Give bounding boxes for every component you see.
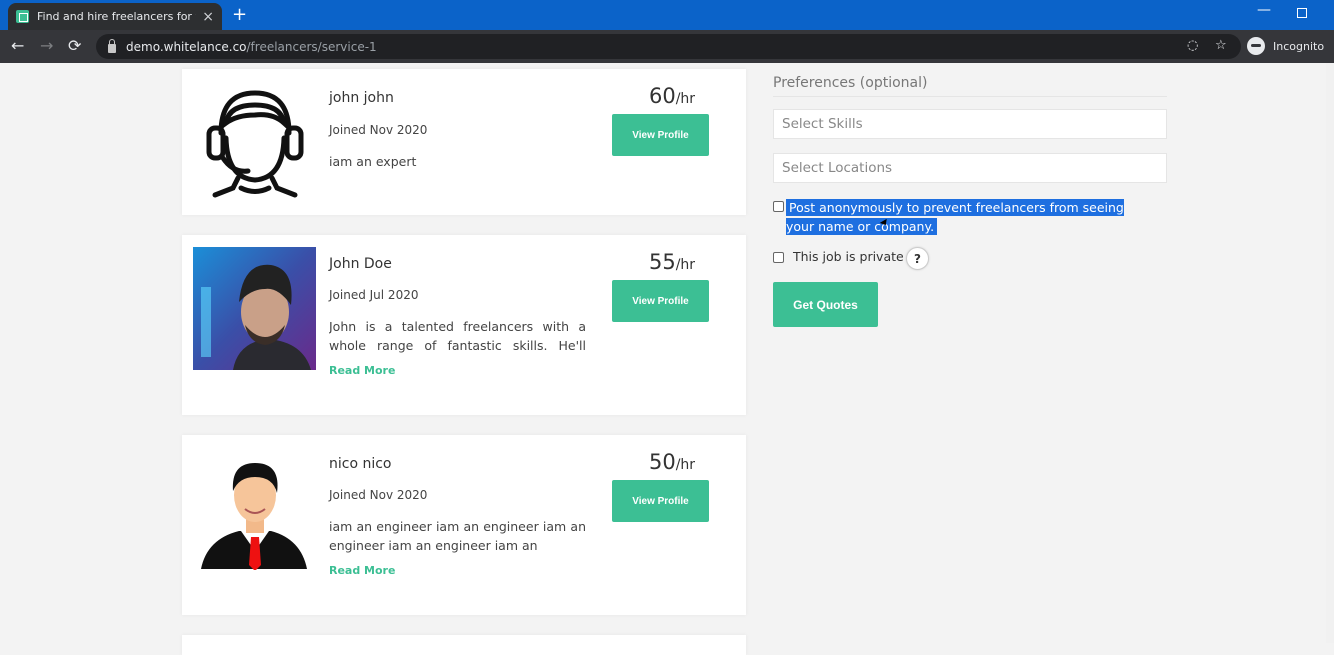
star-icon[interactable]: ☆ — [1215, 38, 1227, 53]
incognito-indicator[interactable]: Incognito — [1247, 35, 1324, 57]
post-anonymously-checkbox[interactable] — [773, 201, 784, 212]
select-skills-input[interactable] — [773, 109, 1167, 139]
incognito-icon — [1247, 37, 1265, 55]
minimize-icon[interactable]: — — [1257, 2, 1271, 18]
close-tab-icon[interactable]: × — [202, 9, 214, 25]
page-scrollbar[interactable] — [1326, 63, 1334, 643]
lock-icon — [108, 39, 116, 53]
freelancer-card: john john Joined Nov 2020 iam an expert … — [182, 69, 746, 215]
site-favicon-icon — [16, 10, 29, 23]
freelancer-description: John is a talented freelancers with a wh… — [329, 319, 586, 353]
rate-value: 50 — [648, 450, 676, 474]
view-profile-button[interactable]: View Profile — [612, 280, 709, 322]
freelancer-card: John Doe Joined Jul 2020 John is a talen… — [182, 235, 746, 415]
reload-icon[interactable]: ⟳ — [68, 36, 81, 56]
tab-title: Find and hire freelancers for your — [37, 10, 196, 23]
freelancer-card — [182, 635, 746, 655]
hourly-rate: 50/hr — [622, 450, 722, 474]
businessman-avatar-icon — [201, 463, 307, 570]
browser-tab[interactable]: Find and hire freelancers for your × — [8, 3, 222, 30]
rate-unit: /hr — [675, 257, 696, 273]
photo-avatar-icon — [193, 247, 316, 370]
forward-icon[interactable]: → — [40, 36, 53, 56]
joined-date: Joined Jul 2020 — [329, 288, 419, 302]
get-quotes-button[interactable]: Get Quotes — [773, 282, 878, 327]
freelancer-name[interactable]: John Doe — [329, 256, 392, 272]
joined-date: Joined Nov 2020 — [329, 488, 428, 502]
selected-text: Post anonymously to prevent freelancers … — [786, 199, 1124, 235]
private-job-label: This job is private — [793, 249, 904, 264]
freelancer-name[interactable]: john john — [329, 90, 394, 106]
address-bar[interactable]: demo.whitelance.co /freelancers/service-… — [96, 34, 1241, 59]
freelancer-name[interactable]: nico nico — [329, 456, 392, 472]
post-anonymously-label: Post anonymously to prevent freelancers … — [786, 198, 1136, 236]
eye-off-icon[interactable]: ◌ — [1187, 38, 1198, 53]
select-locations-input[interactable] — [773, 153, 1167, 183]
read-more-link[interactable]: Read More — [329, 364, 395, 377]
restore-icon[interactable] — [1297, 8, 1307, 18]
view-profile-button[interactable]: View Profile — [612, 114, 709, 156]
freelancer-description: iam an expert — [329, 154, 417, 169]
read-more-link[interactable]: Read More — [329, 564, 395, 577]
rate-unit: /hr — [675, 91, 696, 107]
url-path: /freelancers/service-1 — [246, 39, 377, 54]
url-host: demo.whitelance.co — [126, 39, 247, 54]
joined-date: Joined Nov 2020 — [329, 123, 428, 137]
rate-value: 60 — [648, 84, 676, 108]
preferences-title: Preferences (optional) — [773, 75, 928, 91]
private-job-checkbox[interactable] — [773, 252, 784, 263]
headset-avatar-icon — [206, 90, 304, 198]
rate-value: 55 — [648, 250, 676, 274]
view-profile-button[interactable]: View Profile — [612, 480, 709, 522]
hourly-rate: 60/hr — [622, 84, 722, 108]
rate-unit: /hr — [675, 457, 696, 473]
help-icon[interactable]: ? — [906, 247, 929, 270]
hourly-rate: 55/hr — [622, 250, 722, 274]
divider — [773, 96, 1167, 97]
new-tab-icon[interactable]: + — [232, 4, 247, 25]
back-icon[interactable]: ← — [11, 36, 24, 56]
incognito-label: Incognito — [1273, 39, 1325, 53]
freelancer-card: nico nico Joined Nov 2020 iam an enginee… — [182, 435, 746, 615]
freelancer-description: iam an engineer iam an engineer iam an e… — [329, 519, 586, 553]
